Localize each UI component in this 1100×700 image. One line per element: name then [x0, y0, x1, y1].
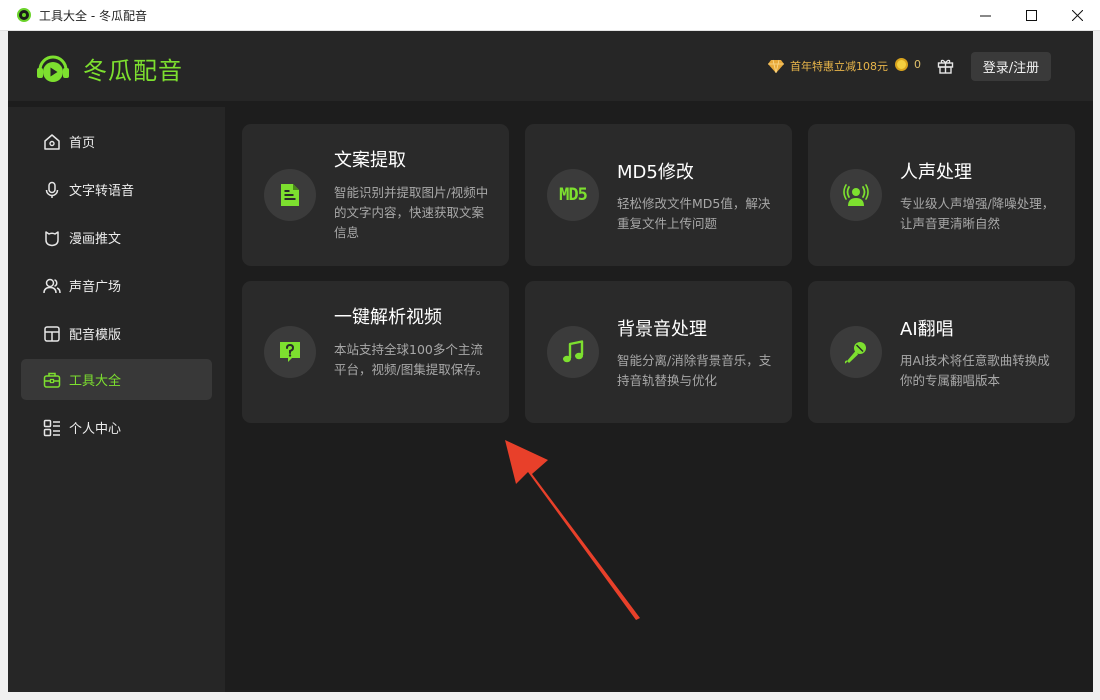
- sidebar-item-label: 声音广场: [69, 280, 122, 295]
- microphone-icon: [42, 180, 62, 200]
- brand-logo-icon: [37, 55, 69, 82]
- shield-icon: [42, 228, 62, 248]
- tool-card-title: 人声处理: [900, 162, 972, 183]
- sidebar-item-voice-square[interactable]: 声音广场: [21, 265, 212, 306]
- coin-count: 0: [914, 58, 921, 71]
- question-bubble-icon: [264, 326, 316, 378]
- tool-card-desc: 轻松修改文件MD5值，解决重复文件上传问题: [617, 196, 771, 231]
- maximize-icon: [1025, 10, 1037, 21]
- sidebar-item-tools[interactable]: 工具大全: [21, 359, 212, 400]
- app-icon: [17, 8, 31, 22]
- tool-card-md5[interactable]: MD5 MD5修改 轻松修改文件MD5值，解决重复文件上传问题: [525, 124, 792, 266]
- app-window: 冬瓜配音 首年特惠立减108元 0 登录/注册 首页 文字转语音 漫画推文 声音…: [8, 31, 1093, 692]
- sidebar-item-label: 工具大全: [69, 374, 122, 389]
- tool-card-title: 背景音处理: [617, 319, 707, 340]
- tool-card-title: 文案提取: [334, 150, 406, 171]
- brand-name: 冬瓜配音: [83, 57, 183, 85]
- login-register-button[interactable]: 登录/注册: [971, 52, 1051, 81]
- profile-icon: [42, 418, 62, 438]
- tools-grid: 文案提取 智能识别并提取图片/视频中的文字内容，快速获取文案信息 MD5 MD5…: [225, 107, 1093, 692]
- tool-card-desc: 智能识别并提取图片/视频中的文字内容，快速获取文案信息: [334, 185, 489, 240]
- tool-card-bgm[interactable]: 背景音处理 智能分离/消除背景音乐，支持音轨替换与优化: [525, 281, 792, 423]
- minimize-button[interactable]: [962, 0, 1008, 31]
- promo-text: 首年特惠立减108元: [790, 60, 888, 73]
- tool-card-desc: 智能分离/消除背景音乐，支持音轨替换与优化: [617, 353, 772, 388]
- close-button[interactable]: [1054, 0, 1100, 31]
- coin-icon: [895, 58, 908, 71]
- md5-icon: MD5: [547, 169, 599, 221]
- sidebar-item-label: 漫画推文: [69, 232, 122, 247]
- app-header: 冬瓜配音 首年特惠立减108元 0 登录/注册: [8, 31, 1093, 101]
- md5-icon-text: MD5: [559, 185, 588, 205]
- sidebar-item-comic[interactable]: 漫画推文: [21, 217, 212, 258]
- users-icon: [42, 276, 62, 296]
- maximize-button[interactable]: [1008, 0, 1054, 31]
- tool-card-title: AI翻唱: [900, 319, 954, 340]
- tool-card-video-parse[interactable]: 一键解析视频 本站支持全球100多个主流平台，视频/图集提取保存。: [242, 281, 509, 423]
- tool-card-voice[interactable]: 人声处理 专业级人声增强/降噪处理，让声音更清晰自然: [808, 124, 1075, 266]
- sidebar-item-label: 配音模版: [69, 328, 122, 343]
- sidebar-item-text-to-speech[interactable]: 文字转语音: [21, 169, 212, 210]
- minimize-icon: [979, 15, 991, 17]
- window-titlebar: 工具大全 - 冬瓜配音: [0, 0, 1100, 31]
- sidebar-item-templates[interactable]: 配音模版: [21, 313, 212, 354]
- mic-sing-icon: [830, 326, 882, 378]
- music-note-icon: [547, 326, 599, 378]
- tool-card-desc: 专业级人声增强/降噪处理，让声音更清晰自然: [900, 196, 1055, 231]
- sidebar-item-home[interactable]: 首页: [21, 121, 212, 162]
- document-icon: [264, 169, 316, 221]
- sidebar: 首页 文字转语音 漫画推文 声音广场 配音模版 工具大全 个人中心: [8, 107, 225, 692]
- sidebar-item-profile[interactable]: 个人中心: [21, 407, 212, 448]
- tool-card-title: 一键解析视频: [334, 307, 442, 328]
- voice-icon: [830, 169, 882, 221]
- tool-card-desc: 用AI技术将任意歌曲转换成你的专属翻唱版本: [900, 353, 1050, 388]
- diamond-icon: [768, 59, 784, 73]
- sidebar-item-label: 首页: [69, 136, 96, 151]
- window-controls: [962, 0, 1100, 31]
- coin-balance: 0: [895, 58, 921, 71]
- template-icon: [42, 324, 62, 344]
- sidebar-item-label: 文字转语音: [69, 184, 135, 199]
- tool-card-title: MD5修改: [617, 162, 694, 183]
- tool-card-desc: 本站支持全球100多个主流平台，视频/图集提取保存。: [334, 342, 489, 377]
- promo-link[interactable]: 首年特惠立减108元: [768, 58, 888, 74]
- gift-icon[interactable]: [937, 57, 954, 74]
- close-icon: [1071, 10, 1083, 21]
- home-icon: [42, 132, 62, 152]
- sidebar-item-label: 个人中心: [69, 422, 122, 437]
- window-title: 工具大全 - 冬瓜配音: [39, 8, 147, 23]
- tool-card-ai-cover[interactable]: AI翻唱 用AI技术将任意歌曲转换成你的专属翻唱版本: [808, 281, 1075, 423]
- tool-card-text-extract[interactable]: 文案提取 智能识别并提取图片/视频中的文字内容，快速获取文案信息: [242, 124, 509, 266]
- toolbox-icon: [42, 370, 62, 390]
